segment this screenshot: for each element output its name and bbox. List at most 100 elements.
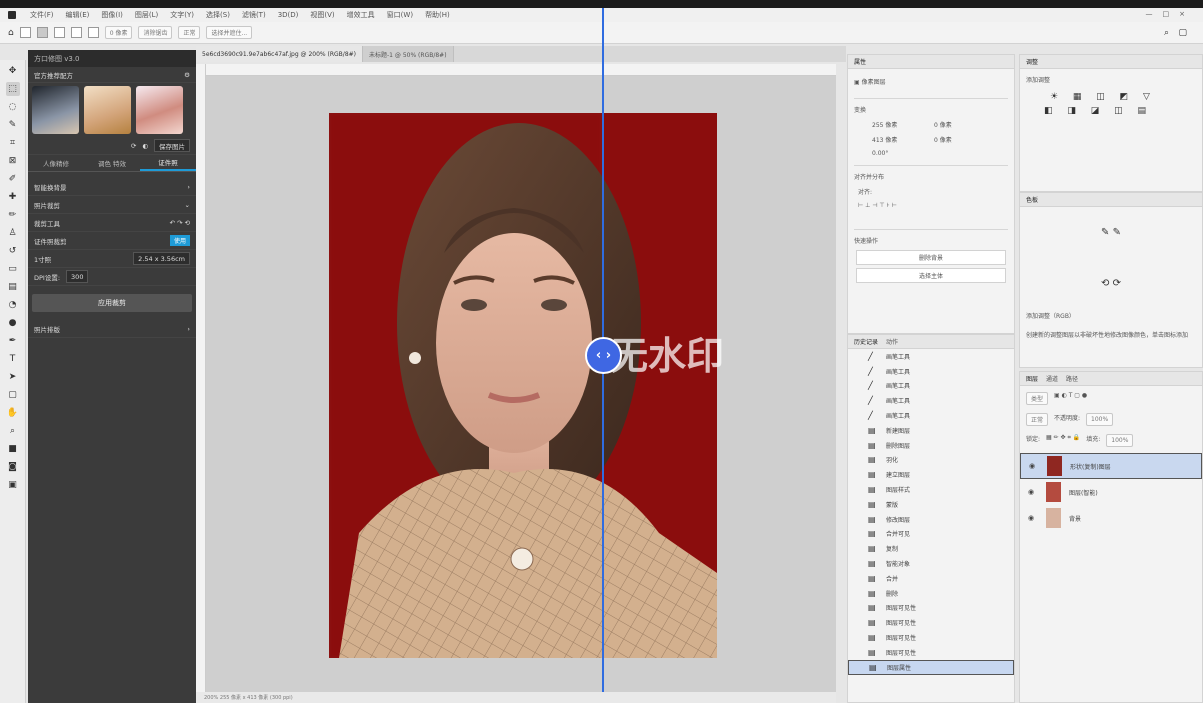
feather-input[interactable]: 0 像素 xyxy=(104,26,133,39)
preset-thumbnail[interactable] xyxy=(136,86,183,134)
history-item[interactable]: ▤ 蒙版 xyxy=(848,497,1014,512)
workspace-icon[interactable]: ▢ xyxy=(1178,28,1187,38)
close-button[interactable]: × xyxy=(1179,10,1185,18)
settings-icon[interactable]: ⚙ xyxy=(184,71,190,79)
history-item[interactable]: ╱ 画笔工具 xyxy=(848,379,1014,394)
hand-tool-icon[interactable]: ✋ xyxy=(6,406,20,420)
menu-select[interactable]: 选择(S) xyxy=(206,10,230,20)
size-select[interactable]: 2.54 x 3.56cm xyxy=(133,252,190,265)
align-icons[interactable]: ⊢ ⊥ ⊣ ⊤ ⊦ ⊢ xyxy=(848,200,1014,211)
blur-icon[interactable]: ◔ xyxy=(6,298,20,312)
menu-help[interactable]: 帮助(H) xyxy=(425,10,450,20)
tab-id-photo[interactable]: 证件照 xyxy=(140,155,196,171)
history-item[interactable]: ▤ 图层样式 xyxy=(848,482,1014,497)
zoom-tool-icon[interactable]: ⌕ xyxy=(6,424,20,438)
filter-icons[interactable]: ▣ ◐ T ▢ ● xyxy=(1054,392,1087,405)
adjust-icons[interactable]: ☀ ▦ ◫ ◩ ▽ xyxy=(1020,90,1202,104)
menu-3d[interactable]: 3D(D) xyxy=(278,11,299,19)
menu-type[interactable]: 文字(Y) xyxy=(170,10,194,20)
move-tool-icon[interactable]: ✥ xyxy=(6,64,20,78)
select-mask-button[interactable]: 选择并遮住... xyxy=(206,26,253,39)
antialias-checkbox[interactable]: 消除锯齿 xyxy=(138,26,173,39)
doc-tab[interactable]: 5e6cd3690c91.9e7ab6c47af.jpg @ 200% (RGB… xyxy=(196,46,364,62)
photo-crop-row[interactable]: 照片裁剪 xyxy=(34,200,60,210)
type-tool-icon[interactable]: T xyxy=(6,352,20,366)
history-item[interactable]: ▤ 羽化 xyxy=(848,453,1014,468)
pen-tool-icon[interactable]: ✒ xyxy=(6,334,20,348)
tab-history[interactable]: 历史记录 xyxy=(854,337,878,346)
eye-icon[interactable]: ◉ xyxy=(1028,488,1038,496)
marquee-tool-icon[interactable]: ⬚ xyxy=(5,82,20,96)
maximize-button[interactable]: □ xyxy=(1163,10,1170,18)
portrait-photo[interactable] xyxy=(329,113,717,658)
history-item[interactable]: ╱ 画笔工具 xyxy=(848,364,1014,379)
opacity-input[interactable]: 100% xyxy=(1086,413,1114,426)
y-field[interactable]: 0 像素 xyxy=(934,135,990,144)
undo-icon[interactable]: ↶ ↷ ⟲ xyxy=(170,219,190,227)
menu-filter[interactable]: 滤镜(T) xyxy=(242,10,266,20)
shape-tool-icon[interactable]: ▢ xyxy=(6,388,20,402)
history-item[interactable]: ▤ 复制 xyxy=(848,541,1014,556)
lock-icons[interactable]: ▦ ✏ ✥ ⌗ 🔒 xyxy=(1046,434,1080,447)
history-item[interactable]: ▤ 智能对象 xyxy=(848,556,1014,571)
apply-crop-button[interactable]: 应用裁剪 xyxy=(32,294,192,312)
preset-thumbnail[interactable] xyxy=(84,86,131,134)
history-item[interactable]: ▤ 新建图层 xyxy=(848,423,1014,438)
eyedropper-icon[interactable]: ✐ xyxy=(6,172,20,186)
menu-image[interactable]: 图像(I) xyxy=(101,10,123,20)
history-item[interactable]: ▤ 修改图层 xyxy=(848,512,1014,527)
tab-color[interactable]: 调色 特效 xyxy=(84,155,140,171)
history-item[interactable]: ▤ 图层可见性 xyxy=(848,601,1014,616)
preset-thumbnail[interactable] xyxy=(32,86,79,134)
home-icon[interactable]: ⌂ xyxy=(8,28,14,38)
color-swatches-icon[interactable]: ■ xyxy=(6,442,20,456)
history-item[interactable]: ╱ 画笔工具 xyxy=(848,393,1014,408)
menu-plugins[interactable]: 增效工具 xyxy=(347,10,375,20)
layer-row[interactable]: ◉ 图层(智能) xyxy=(1020,479,1202,505)
history-brush-icon[interactable]: ↺ xyxy=(6,244,20,258)
menu-view[interactable]: 视图(V) xyxy=(310,10,334,20)
width-field[interactable]: 255 像素 xyxy=(872,120,928,129)
screen-mode-icon[interactable]: ▣ xyxy=(6,478,20,492)
add-selection-icon[interactable] xyxy=(53,27,65,38)
marquee-tool-preset[interactable] xyxy=(19,27,31,38)
tab-actions[interactable]: 动作 xyxy=(886,337,898,346)
compare-slider-handle[interactable]: ‹ › xyxy=(585,337,622,374)
adjust-icons[interactable]: ◧ ◨ ◪ ◫ ▤ xyxy=(1020,104,1202,118)
history-item[interactable]: ▤ 图层可见性 xyxy=(848,645,1014,660)
smart-background-row[interactable]: 智能换背景 xyxy=(34,182,67,192)
quick-mask-icon[interactable]: ◙ xyxy=(6,460,20,474)
layer-row[interactable]: ◉ 背景 xyxy=(1020,505,1202,531)
frame-tool-icon[interactable]: ⊠ xyxy=(6,154,20,168)
history-item[interactable]: ╱ 画笔工具 xyxy=(848,349,1014,364)
healing-brush-icon[interactable]: ✚ xyxy=(6,190,20,204)
history-item[interactable]: ▤ 图层可见性 xyxy=(848,630,1014,645)
angle-field[interactable]: 0.00° xyxy=(872,150,928,157)
menu-window[interactable]: 窗口(W) xyxy=(387,10,413,20)
menu-edit[interactable]: 编辑(E) xyxy=(66,10,90,20)
eye-icon[interactable]: ◉ xyxy=(1028,514,1038,522)
select-subject-button[interactable]: 选择主体 xyxy=(856,268,1006,283)
new-selection-icon[interactable] xyxy=(36,27,48,38)
gradient-icon[interactable]: ▤ xyxy=(6,280,20,294)
height-field[interactable]: 413 像素 xyxy=(872,135,928,144)
kind-filter[interactable]: 类型 xyxy=(1026,392,1049,405)
blend-mode-select[interactable]: 正常 xyxy=(1026,413,1049,426)
history-item[interactable]: ▤ 删除图层 xyxy=(848,438,1014,453)
history-item[interactable]: ▤ 合并 xyxy=(848,571,1014,586)
menu-file[interactable]: 文件(F) xyxy=(30,10,54,20)
compare-icon[interactable]: ◐ xyxy=(142,142,148,150)
dpi-input[interactable]: 300 xyxy=(66,270,89,283)
x-field[interactable]: 0 像素 xyxy=(934,120,990,129)
crop-tool-icon[interactable]: ⌗ xyxy=(6,136,20,150)
pen-icon[interactable]: ✎ ✎ xyxy=(1020,207,1202,258)
eye-icon[interactable]: ◉ xyxy=(1029,462,1039,470)
tab-portrait[interactable]: 人像精修 xyxy=(28,155,84,171)
intersect-selection-icon[interactable] xyxy=(87,27,99,38)
minimize-button[interactable]: — xyxy=(1146,10,1153,18)
tab-channels[interactable]: 通道 xyxy=(1046,374,1058,383)
dodge-icon[interactable]: ● xyxy=(6,316,20,330)
path-select-icon[interactable]: ➤ xyxy=(6,370,20,384)
tab-paths[interactable]: 路径 xyxy=(1066,374,1078,383)
layout-row[interactable]: 照片排版 xyxy=(34,324,60,334)
